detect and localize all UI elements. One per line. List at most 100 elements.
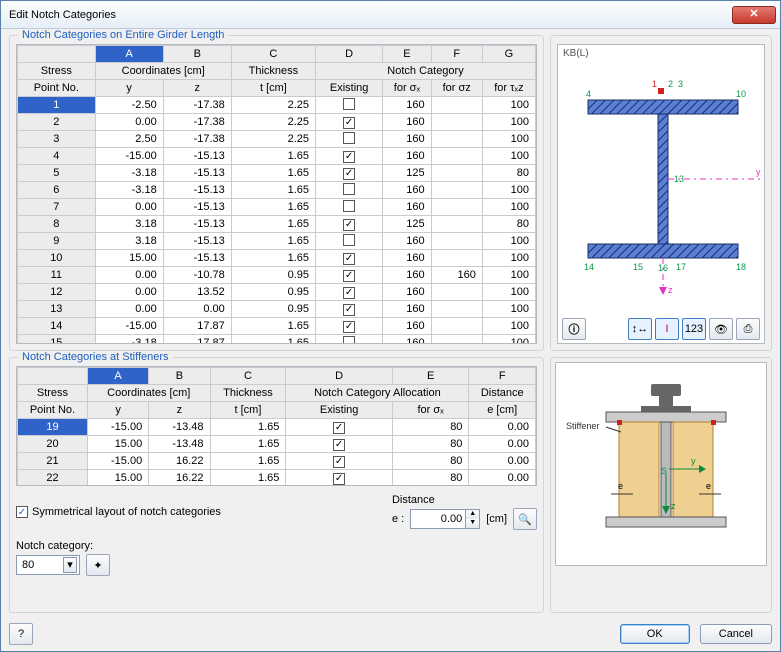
hdr-coords: Coordinates [cm] — [95, 63, 231, 80]
distance-input[interactable] — [411, 512, 465, 526]
row-header[interactable]: 15 — [18, 335, 96, 345]
row-header[interactable]: 20 — [18, 436, 88, 453]
table-row[interactable]: 110.00-10.780.95✓160160100 — [18, 267, 536, 284]
row-header[interactable]: 21 — [18, 453, 88, 470]
row-header[interactable]: 6 — [18, 182, 96, 199]
row-header[interactable]: 11 — [18, 267, 96, 284]
table-row[interactable]: 15-3.1817.871.65160100 — [18, 335, 536, 345]
row-header[interactable]: 13 — [18, 301, 96, 318]
existing-checkbox[interactable]: ✓ — [316, 114, 383, 131]
notch-category-select[interactable]: 80 ▾ — [16, 555, 80, 575]
table-row[interactable]: 120.0013.520.95✓160100 — [18, 284, 536, 301]
col-B[interactable]: B — [163, 46, 231, 63]
existing-checkbox[interactable]: ✓ — [316, 216, 383, 233]
row-header[interactable]: 5 — [18, 165, 96, 182]
row-header[interactable]: 22 — [18, 470, 88, 487]
existing-checkbox[interactable] — [316, 97, 383, 114]
col-D[interactable]: D — [316, 46, 383, 63]
table-row[interactable]: 20.00-17.382.25✓160100 — [18, 114, 536, 131]
existing-checkbox[interactable] — [316, 199, 383, 216]
table-row[interactable]: 1015.00-15.131.65✓160100 — [18, 250, 536, 267]
hdr-thick: Thickness — [231, 63, 315, 80]
existing-checkbox[interactable]: ✓ — [286, 419, 392, 436]
row-header[interactable]: 19 — [18, 419, 88, 436]
existing-checkbox[interactable] — [316, 233, 383, 250]
print-button[interactable]: ⎙ — [736, 318, 760, 340]
existing-checkbox[interactable]: ✓ — [316, 250, 383, 267]
section-toggle[interactable]: I — [655, 318, 679, 340]
table-row[interactable]: 2015.00-13.481.65✓800.00 — [18, 436, 536, 453]
table-row[interactable]: 83.18-15.131.65✓12580 — [18, 216, 536, 233]
row-header[interactable]: 10 — [18, 250, 96, 267]
table2-scroll[interactable]: A B C D E F Stress Coordinates [cm] Thic… — [16, 366, 537, 486]
hdr-txz: for τₓz — [482, 80, 535, 97]
existing-checkbox[interactable]: ✓ — [316, 165, 383, 182]
existing-checkbox[interactable]: ✓ — [286, 470, 392, 487]
svg-text:e: e — [706, 481, 711, 491]
pick-category-button[interactable]: ✦ — [86, 554, 110, 576]
row-header[interactable]: 7 — [18, 199, 96, 216]
table-row[interactable]: 1-2.50-17.382.25160100 — [18, 97, 536, 114]
close-button[interactable]: ✕ — [732, 6, 776, 24]
row-header[interactable]: 1 — [18, 97, 96, 114]
existing-checkbox[interactable] — [316, 182, 383, 199]
existing-checkbox[interactable]: ✓ — [286, 453, 392, 470]
ibeam-svg: y z 4 10 1 2 3 13 14 15 16 17 — [558, 45, 768, 305]
svg-text:15: 15 — [633, 262, 643, 272]
existing-checkbox[interactable]: ✓ — [286, 436, 392, 453]
cancel-button[interactable]: Cancel — [700, 624, 772, 644]
row-header[interactable]: 8 — [18, 216, 96, 233]
col-G[interactable]: G — [482, 46, 535, 63]
table-row[interactable]: 70.00-15.131.65160100 — [18, 199, 536, 216]
row-header[interactable]: 3 — [18, 131, 96, 148]
edit-notch-dialog: Edit Notch Categories ✕ Notch Categories… — [0, 0, 781, 652]
info-button[interactable]: ⓘ — [562, 318, 586, 340]
existing-checkbox[interactable]: ✓ — [316, 148, 383, 165]
group2-legend: Notch Categories at Stiffeners — [18, 351, 173, 363]
table-girder[interactable]: A B C D E F G Stress Coordinates [cm] Th… — [17, 45, 536, 344]
table-row[interactable]: 2215.0016.221.65✓800.00 — [18, 470, 536, 487]
numbers-toggle[interactable]: 123 — [682, 318, 706, 340]
existing-checkbox[interactable]: ✓ — [316, 267, 383, 284]
table-row[interactable]: 32.50-17.382.25160100 — [18, 131, 536, 148]
row-header[interactable]: 9 — [18, 233, 96, 250]
row-header[interactable]: 4 — [18, 148, 96, 165]
ok-button[interactable]: OK — [620, 624, 690, 644]
svg-text:2: 2 — [668, 79, 673, 89]
hdr-notch: Notch Category — [316, 63, 536, 80]
axes-toggle[interactable]: ↕↔ — [628, 318, 652, 340]
group-stiffeners: Notch Categories at Stiffeners A B C D E… — [9, 357, 544, 613]
table-row[interactable]: 130.000.000.95✓160100 — [18, 301, 536, 318]
table-row[interactable]: 14-15.0017.871.65✓160100 — [18, 318, 536, 335]
row-header[interactable]: 2 — [18, 114, 96, 131]
table1-scroll[interactable]: A B C D E F G Stress Coordinates [cm] Th… — [16, 44, 537, 344]
table-row[interactable]: 93.18-15.131.65160100 — [18, 233, 536, 250]
existing-checkbox[interactable] — [316, 335, 383, 345]
pick-distance-button[interactable]: 🔍 — [513, 508, 537, 530]
table-row[interactable]: 6-3.18-15.131.65160100 — [18, 182, 536, 199]
group-entire-girder: Notch Categories on Entire Girder Length… — [9, 35, 544, 351]
existing-checkbox[interactable]: ✓ — [316, 301, 383, 318]
col-C[interactable]: C — [231, 46, 315, 63]
table-stiffeners[interactable]: A B C D E F Stress Coordinates [cm] Thic… — [17, 367, 536, 486]
table-row[interactable]: 19-15.00-13.481.65✓800.00 — [18, 419, 536, 436]
table-row[interactable]: 4-15.00-15.131.65✓160100 — [18, 148, 536, 165]
table-row[interactable]: 21-15.0016.221.65✓800.00 — [18, 453, 536, 470]
table-row[interactable]: 5-3.18-15.131.65✓12580 — [18, 165, 536, 182]
col-F[interactable]: F — [431, 46, 482, 63]
svg-text:17: 17 — [676, 262, 686, 272]
distance-spinner[interactable]: ▲▼ — [410, 509, 480, 529]
help-button[interactable]: ? — [9, 623, 33, 645]
col-A[interactable]: A — [95, 46, 163, 63]
spin-down[interactable]: ▼ — [465, 519, 479, 528]
sym-checkbox[interactable]: ✓ Symmetrical layout of notch categories — [16, 506, 221, 518]
row-header[interactable]: 12 — [18, 284, 96, 301]
spin-up[interactable]: ▲ — [465, 510, 479, 519]
row-header[interactable]: 14 — [18, 318, 96, 335]
existing-checkbox[interactable]: ✓ — [316, 284, 383, 301]
col-E[interactable]: E — [383, 46, 431, 63]
eye-toggle[interactable]: 👁 — [709, 318, 733, 340]
existing-checkbox[interactable] — [316, 131, 383, 148]
svg-text:z: z — [668, 285, 673, 295]
existing-checkbox[interactable]: ✓ — [316, 318, 383, 335]
